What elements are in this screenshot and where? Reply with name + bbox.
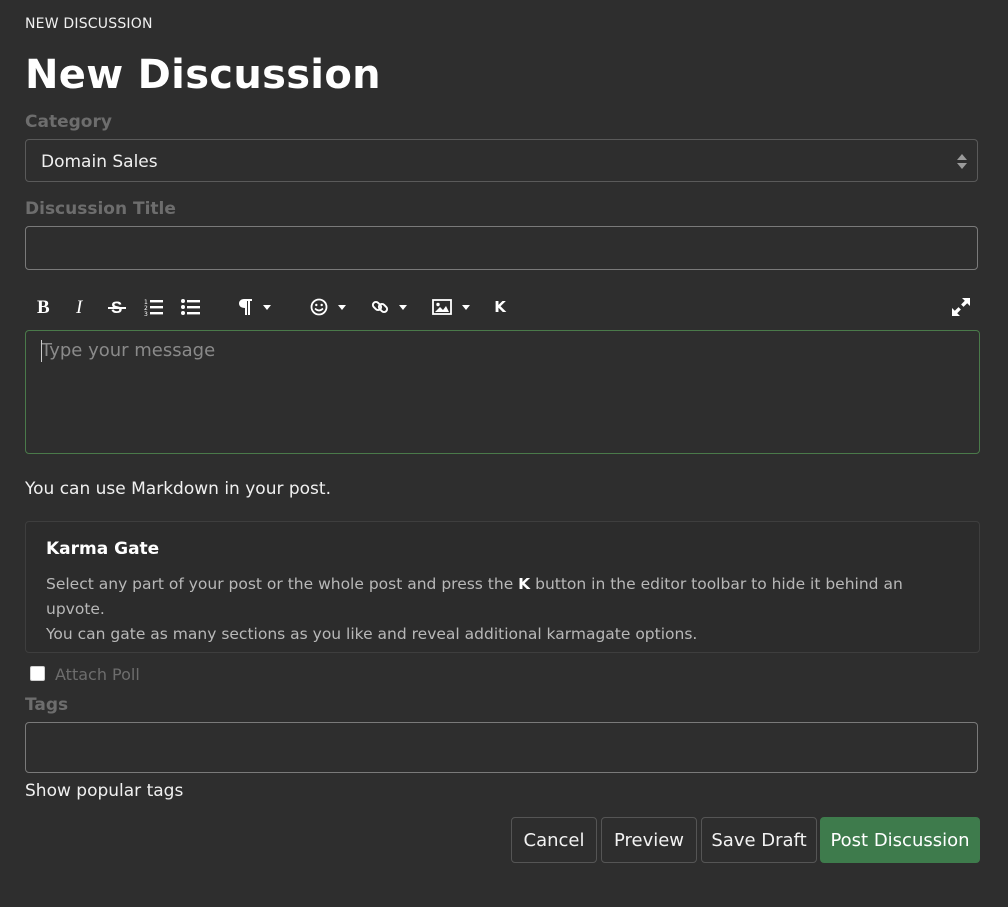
- link-icon: [371, 300, 389, 314]
- save-draft-button[interactable]: Save Draft: [701, 817, 817, 863]
- karma-gate-description: Select any part of your post or the whol…: [46, 572, 966, 647]
- message-editor[interactable]: Type your message: [25, 330, 980, 454]
- tags-label: Tags: [25, 695, 69, 715]
- tags-input[interactable]: [25, 722, 978, 773]
- category-select[interactable]: Domain Sales: [25, 139, 978, 182]
- svg-text:3: 3: [144, 311, 148, 316]
- paragraph-icon: [239, 299, 252, 315]
- cancel-button[interactable]: Cancel: [511, 817, 597, 863]
- karma-gate-text-before: Select any part of your post or the whol…: [46, 575, 519, 593]
- attach-poll-label[interactable]: Attach Poll: [55, 665, 140, 684]
- attach-poll: Attach Poll: [30, 663, 140, 684]
- breadcrumb: NEW DISCUSSION: [25, 16, 153, 32]
- strikethrough-icon: S: [108, 298, 126, 317]
- svg-text:I: I: [75, 298, 84, 316]
- attach-poll-checkbox[interactable]: [30, 666, 45, 681]
- fullscreen-button[interactable]: [949, 292, 973, 322]
- markdown-note: You can use Markdown in your post.: [25, 479, 331, 499]
- emoji-icon: [310, 298, 328, 316]
- image-icon: [432, 299, 452, 315]
- karma-gate-icon: K: [494, 298, 506, 316]
- text-cursor: [41, 340, 42, 362]
- karma-gate-button[interactable]: K: [489, 292, 511, 322]
- karma-gate-info: Karma Gate Select any part of your post …: [25, 521, 980, 653]
- bullet-list-icon: [181, 299, 200, 315]
- show-popular-tags-link[interactable]: Show popular tags: [25, 781, 183, 801]
- karma-gate-title: Karma Gate: [46, 539, 160, 559]
- svg-text:B: B: [37, 298, 50, 316]
- paragraph-dropdown-caret-icon: [263, 305, 271, 310]
- preview-button[interactable]: Preview: [601, 817, 697, 863]
- karma-gate-text-line2: You can gate as many sections as you lik…: [46, 625, 698, 643]
- italic-button[interactable]: I: [70, 292, 92, 322]
- bold-icon: B: [37, 298, 50, 316]
- link-button[interactable]: [366, 292, 410, 322]
- image-dropdown-caret-icon: [462, 305, 470, 310]
- discussion-title-label: Discussion Title: [25, 199, 176, 219]
- bullet-list-button[interactable]: [180, 292, 202, 322]
- fullscreen-icon: [952, 298, 970, 316]
- karma-gate-key: K: [518, 575, 531, 593]
- category-selected-value: Domain Sales: [41, 152, 158, 172]
- paragraph-button[interactable]: [232, 292, 272, 322]
- strikethrough-button[interactable]: S: [106, 292, 128, 322]
- emoji-dropdown-caret-icon: [338, 305, 346, 310]
- link-dropdown-caret-icon: [399, 305, 407, 310]
- message-placeholder: Type your message: [41, 340, 216, 361]
- post-discussion-button[interactable]: Post Discussion: [820, 817, 980, 863]
- editor-toolbar: B I S 1 2 3: [25, 292, 980, 322]
- italic-icon: I: [75, 298, 84, 316]
- image-button[interactable]: [427, 292, 473, 322]
- select-arrows-icon: [957, 154, 967, 169]
- category-label: Category: [25, 112, 112, 132]
- page-title: New Discussion: [25, 52, 381, 98]
- discussion-title-input[interactable]: [25, 226, 978, 270]
- ordered-list-icon: 1 2 3: [144, 299, 163, 316]
- emoji-button[interactable]: [305, 292, 347, 322]
- ordered-list-button[interactable]: 1 2 3: [143, 292, 165, 322]
- bold-button[interactable]: B: [33, 292, 55, 322]
